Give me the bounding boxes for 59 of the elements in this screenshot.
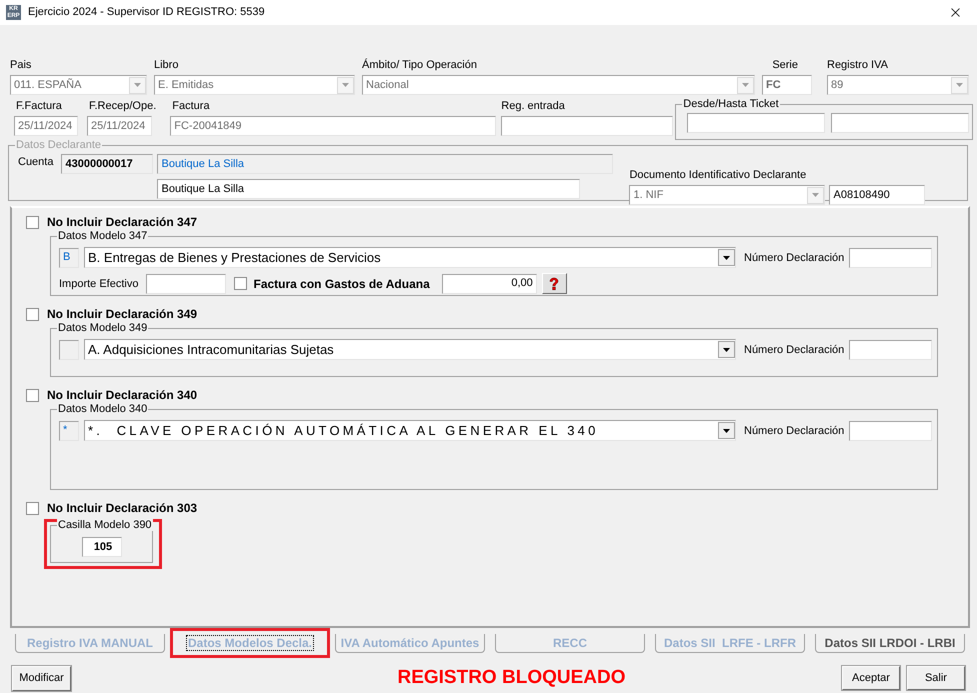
checkbox[interactable]	[26, 308, 39, 320]
group-title: Desde/Hasta Ticket	[682, 98, 780, 110]
field-label: Documento Identificativo Declarante	[629, 168, 808, 182]
input-field[interactable]	[687, 113, 826, 133]
group-title: Datos Modelo 347	[57, 230, 148, 242]
dropdown-field[interactable]: *. CLAVE OPERACIÓN AUTOMÁTICA AL GENERAR EL 340	[84, 420, 736, 441]
input-field[interactable]: 105	[82, 537, 122, 557]
field-label: F.Recep/Ope.	[88, 99, 156, 113]
window-title: Ejercicio 2024 - Supervisor ID REGISTRO: 5539	[28, 5, 265, 20]
field-label: Pais	[10, 58, 32, 72]
field-label: Importe Efectivo	[59, 276, 138, 290]
input-field[interactable]: 0,00	[442, 274, 537, 294]
dialog-button[interactable]: Aceptar	[842, 666, 900, 690]
question-mark-icon	[548, 276, 560, 290]
input-field[interactable]: Boutique La Silla	[157, 179, 580, 199]
dropdown-field[interactable]: A. Adquisiciones Intracomunitarias Sujetas	[84, 339, 736, 360]
field-label: Factura	[171, 99, 211, 113]
field-label: Libro	[154, 58, 180, 72]
dropdown-field[interactable]: 1. NIF	[629, 185, 826, 205]
input-field[interactable]	[849, 420, 932, 440]
field-label: Número Declaración	[744, 250, 844, 264]
input-field[interactable]: 43000000017	[61, 154, 154, 174]
checkbox-label: No Incluir Declaración 340	[47, 387, 198, 403]
input-field[interactable]	[501, 116, 674, 136]
input-field[interactable]	[831, 113, 970, 133]
checkbox-label: No Incluir Declaración 349	[47, 306, 198, 322]
status-message: REGISTRO BLOQUEADO	[396, 666, 626, 690]
group-title: Casilla Modelo 390	[57, 519, 153, 531]
group-title: Datos Modelo 349	[57, 322, 148, 334]
dropdown-field[interactable]: B. Entregas de Bienes y Prestaciones de Servicios	[84, 247, 736, 268]
input-field[interactable]	[146, 274, 226, 294]
field-label: Registro IVA	[827, 58, 889, 72]
input-field[interactable]: Boutique La Silla	[157, 154, 614, 174]
field-label: Reg. entrada	[501, 99, 566, 113]
checkbox[interactable]	[26, 216, 39, 228]
field-label: Cuenta	[18, 155, 54, 170]
checkbox-label: Factura con Gastos de Aduana	[253, 276, 430, 292]
field-label: Ámbito/ Tipo Operación	[362, 58, 478, 72]
field-label: Número Declaración	[744, 342, 844, 356]
dialog-button[interactable]: Salir	[906, 666, 965, 690]
field-label: F.Factura	[15, 99, 63, 113]
input-field[interactable]	[849, 248, 932, 268]
input-field[interactable]: A08108490	[829, 185, 926, 205]
checkbox-label: No Incluir Declaración 347	[47, 214, 198, 230]
group-title: Datos Declarante	[15, 139, 102, 151]
checkbox[interactable]	[234, 277, 248, 290]
checkbox-label: No Incluir Declaración 303	[47, 500, 198, 516]
input-field[interactable]: *	[59, 420, 79, 440]
field-label: Serie	[772, 58, 799, 72]
input-field[interactable]	[849, 340, 932, 360]
checkbox[interactable]	[26, 502, 39, 514]
modify-button[interactable]: Modificar	[12, 666, 71, 691]
input-field[interactable]	[59, 340, 79, 360]
input-field[interactable]: B	[59, 248, 79, 268]
checkbox[interactable]	[26, 388, 39, 402]
help-button[interactable]	[542, 273, 567, 294]
tab[interactable]: Datos SII LRDOI - LRBI	[815, 634, 965, 653]
field-label: Número Declaración	[744, 424, 844, 438]
group-title: Datos Modelo 340	[57, 403, 148, 415]
